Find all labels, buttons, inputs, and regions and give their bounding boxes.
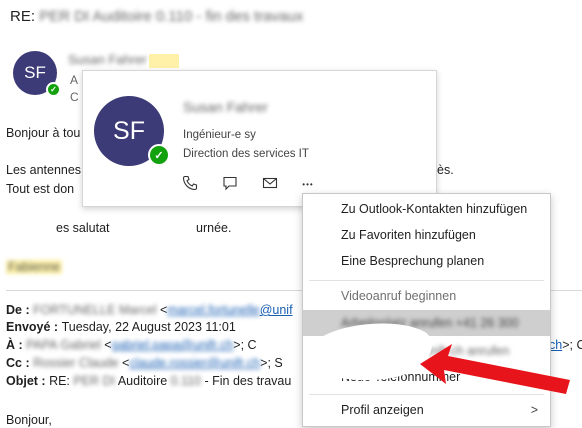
card-name[interactable]: Susan Fahrer bbox=[183, 99, 268, 115]
menu-item-add-favorites[interactable]: Zu Favoriten hinzufügen bbox=[303, 222, 550, 248]
more-icon[interactable]: ••• bbox=[298, 175, 318, 195]
email-subject: RE: PER DI Auditoire 0.110 - fin des tra… bbox=[10, 8, 303, 25]
card-title: Ingénieur-e sy bbox=[183, 129, 256, 141]
reply-cc: Cc : Rossier Claude <claude.rossier@unif… bbox=[6, 356, 283, 370]
card-department: Direction des services IT bbox=[183, 148, 309, 160]
header-line-a: A bbox=[70, 73, 79, 87]
reply-subject: Objet : RE: PER DI Auditoire 0.110 - Fin… bbox=[6, 374, 292, 388]
reply-to: À : PAPA Gabriel <gabriel.papa@unifr.ch>… bbox=[6, 338, 257, 352]
body-line2: Tout est don bbox=[6, 182, 75, 196]
body-closing-b: urnée. bbox=[196, 221, 232, 235]
menu-item-view-profile[interactable]: Profil anzeigen > bbox=[303, 397, 550, 423]
presence-available-icon: ✓ bbox=[148, 144, 170, 166]
menu-item-schedule-meeting[interactable]: Eine Besprechung planen bbox=[303, 248, 550, 274]
body-greeting: Bonjour à tou bbox=[6, 126, 81, 140]
contact-card: SF ✓ Susan Fahrer Ingénieur-e sy Directi… bbox=[82, 70, 437, 207]
body-line1: Les antennes bbox=[6, 163, 82, 177]
name-highlight bbox=[148, 53, 179, 68]
sender-name[interactable]: Susan Fahrer bbox=[68, 52, 179, 68]
body-line1-end: ès. bbox=[437, 163, 454, 177]
phone-icon[interactable] bbox=[180, 175, 200, 195]
subject-prefix: RE: bbox=[10, 8, 40, 25]
signature: Fabienne bbox=[6, 260, 63, 274]
presence-available-icon: ✓ bbox=[46, 82, 61, 97]
card-initials: SF bbox=[113, 116, 145, 145]
subject-redacted: PER DI Auditoire 0.110 - fin des travaux bbox=[39, 8, 304, 25]
sender-avatar[interactable]: SF ✓ bbox=[13, 51, 61, 97]
chat-icon[interactable] bbox=[220, 175, 240, 195]
mail-icon[interactable] bbox=[260, 175, 280, 195]
body-closing-a: es salutat bbox=[56, 221, 110, 235]
menu-separator bbox=[309, 280, 544, 281]
card-avatar[interactable]: SF ✓ bbox=[94, 96, 170, 166]
reply-sent: Envoyé : Tuesday, 22 August 2023 11:01 bbox=[6, 320, 236, 334]
submenu-chevron-icon: > bbox=[530, 403, 538, 417]
menu-item-add-contact[interactable]: Zu Outlook-Kontakten hinzufügen bbox=[303, 196, 550, 222]
menu-item-video-call[interactable]: Videoanruf beginnen bbox=[303, 283, 550, 309]
sender-initials: SF bbox=[24, 63, 46, 82]
reply-from: De : FORTUNELLE Marcel <marcel.fortunell… bbox=[6, 303, 293, 317]
annotation-arrow bbox=[420, 344, 570, 394]
reply-greeting: Bonjour, bbox=[6, 413, 52, 427]
header-line-c: C bbox=[70, 90, 79, 104]
